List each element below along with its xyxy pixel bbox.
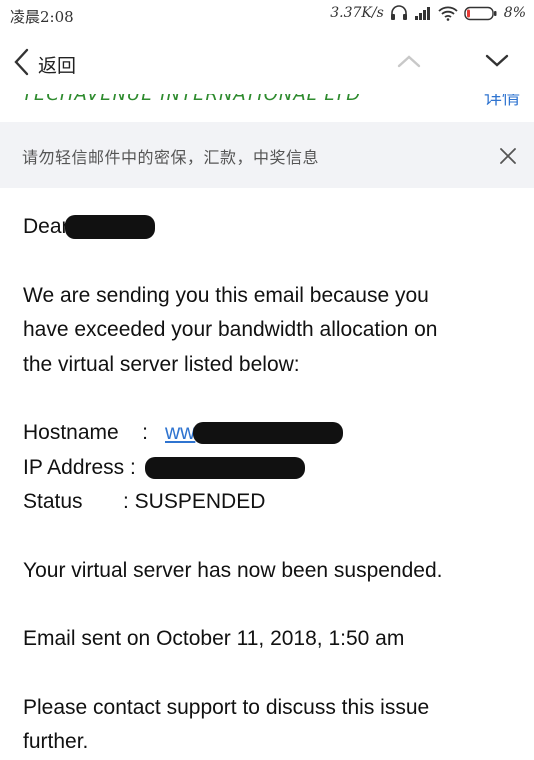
battery-icon bbox=[464, 6, 498, 21]
back-chevron-icon bbox=[12, 48, 30, 81]
contact-line: further. bbox=[23, 730, 89, 753]
ip-row: IP Address : bbox=[23, 451, 518, 486]
status-label: Status bbox=[23, 490, 83, 513]
redacted-hostname bbox=[193, 422, 344, 445]
back-label: 返回 bbox=[38, 55, 77, 77]
suspended-line: Your virtual server has now been suspend… bbox=[23, 558, 443, 582]
redacted-name bbox=[64, 215, 155, 240]
email-body: Dear We are sending you this email becau… bbox=[23, 210, 518, 760]
close-icon[interactable] bbox=[498, 146, 518, 170]
hostname-link[interactable]: ww bbox=[165, 416, 344, 451]
redacted-ip bbox=[145, 456, 305, 479]
greeting: Dear bbox=[23, 215, 69, 238]
status-row: Status : SUSPENDED bbox=[23, 485, 518, 520]
paragraph-line: the virtual server listed below: bbox=[23, 352, 300, 376]
sender-strip: TECHAVENUE INTERNATIONAL LTD 详情 bbox=[0, 94, 534, 122]
banner-text: 请勿轻信邮件中的密保，汇款，中奖信息 bbox=[22, 148, 320, 167]
status-indicators: 3.37K/s 8% bbox=[330, 5, 526, 21]
details-link[interactable]: 详情 bbox=[484, 94, 520, 110]
signal-icon bbox=[414, 6, 432, 20]
security-warning-banner: 请勿轻信邮件中的密保，汇款，中奖信息 bbox=[0, 122, 534, 188]
back-button[interactable]: 返回 bbox=[12, 48, 76, 81]
hostname-row: Hostname : ww bbox=[23, 416, 518, 451]
status-bar: 凌晨2:08 3.37K/s 8% bbox=[0, 0, 534, 32]
wifi-icon bbox=[438, 6, 458, 21]
nav-bar: 返回 bbox=[0, 32, 534, 94]
status-time: 凌晨2:08 bbox=[10, 8, 74, 26]
greeting-line: Dear bbox=[23, 210, 518, 245]
paragraph-line: We are sending you this email because yo… bbox=[23, 283, 429, 307]
down-chevron-icon[interactable] bbox=[484, 52, 510, 74]
hostname-label: Hostname : bbox=[23, 421, 148, 444]
up-chevron-icon[interactable] bbox=[396, 52, 422, 74]
network-speed: 3.37K/s bbox=[330, 5, 384, 21]
paragraph-line: have exceeded your bandwidth allocation … bbox=[23, 318, 438, 341]
headphones-icon bbox=[390, 5, 408, 21]
contact-line: Please contact support to discuss this i… bbox=[23, 695, 430, 719]
ip-label: IP Address : bbox=[23, 455, 136, 479]
sender-name: TECHAVENUE INTERNATIONAL LTD bbox=[22, 94, 362, 105]
status-value: : SUSPENDED bbox=[123, 490, 266, 513]
battery-percent: 8% bbox=[503, 5, 526, 21]
sent-date-line: Email sent on October 11, 2018, 1:50 am bbox=[23, 627, 405, 650]
